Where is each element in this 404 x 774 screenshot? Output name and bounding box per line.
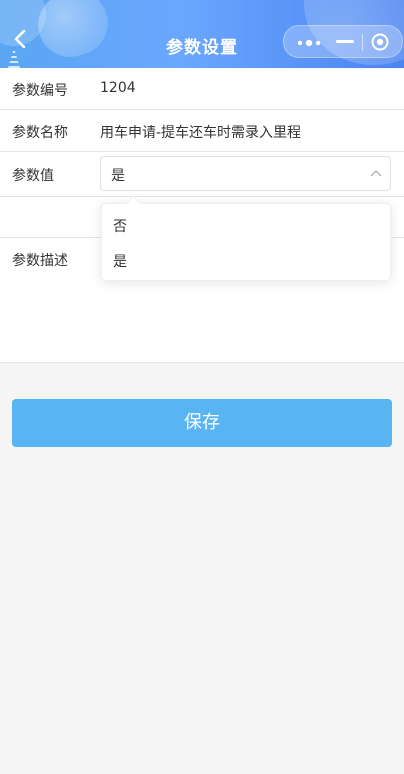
field-value: 1204 [100, 80, 136, 96]
save-button[interactable]: 保存 [12, 399, 392, 447]
record-circle-icon[interactable] [370, 32, 390, 52]
field-row-param-id: 参数编号 1204 [0, 68, 404, 110]
field-value: 用车申请-提车还车时需录入里程 [100, 125, 302, 141]
field-label: 参数编号 [12, 83, 68, 99]
param-value-select[interactable]: 是 [100, 156, 391, 191]
option-no[interactable]: 否 [102, 208, 390, 242]
chevron-up-icon [370, 170, 382, 177]
field-label: 参数描述 [12, 253, 68, 269]
field-label: 参数值 [12, 168, 54, 184]
more-dots-icon[interactable] [296, 36, 322, 50]
select-dropdown: 否 是 [101, 195, 391, 281]
miniprogram-capsule [283, 25, 403, 58]
option-label: 是 [113, 254, 127, 270]
minimize-icon[interactable] [336, 40, 354, 44]
field-label: 参数名称 [12, 125, 68, 141]
option-label: 否 [113, 219, 127, 235]
field-row-param-name: 参数名称 用车申请-提车还车时需录入里程 [0, 110, 404, 152]
capsule-divider [362, 34, 363, 51]
select-value: 是 [111, 168, 125, 184]
option-yes[interactable]: 是 [102, 243, 390, 277]
nav-header: 参数设置 [0, 0, 404, 68]
